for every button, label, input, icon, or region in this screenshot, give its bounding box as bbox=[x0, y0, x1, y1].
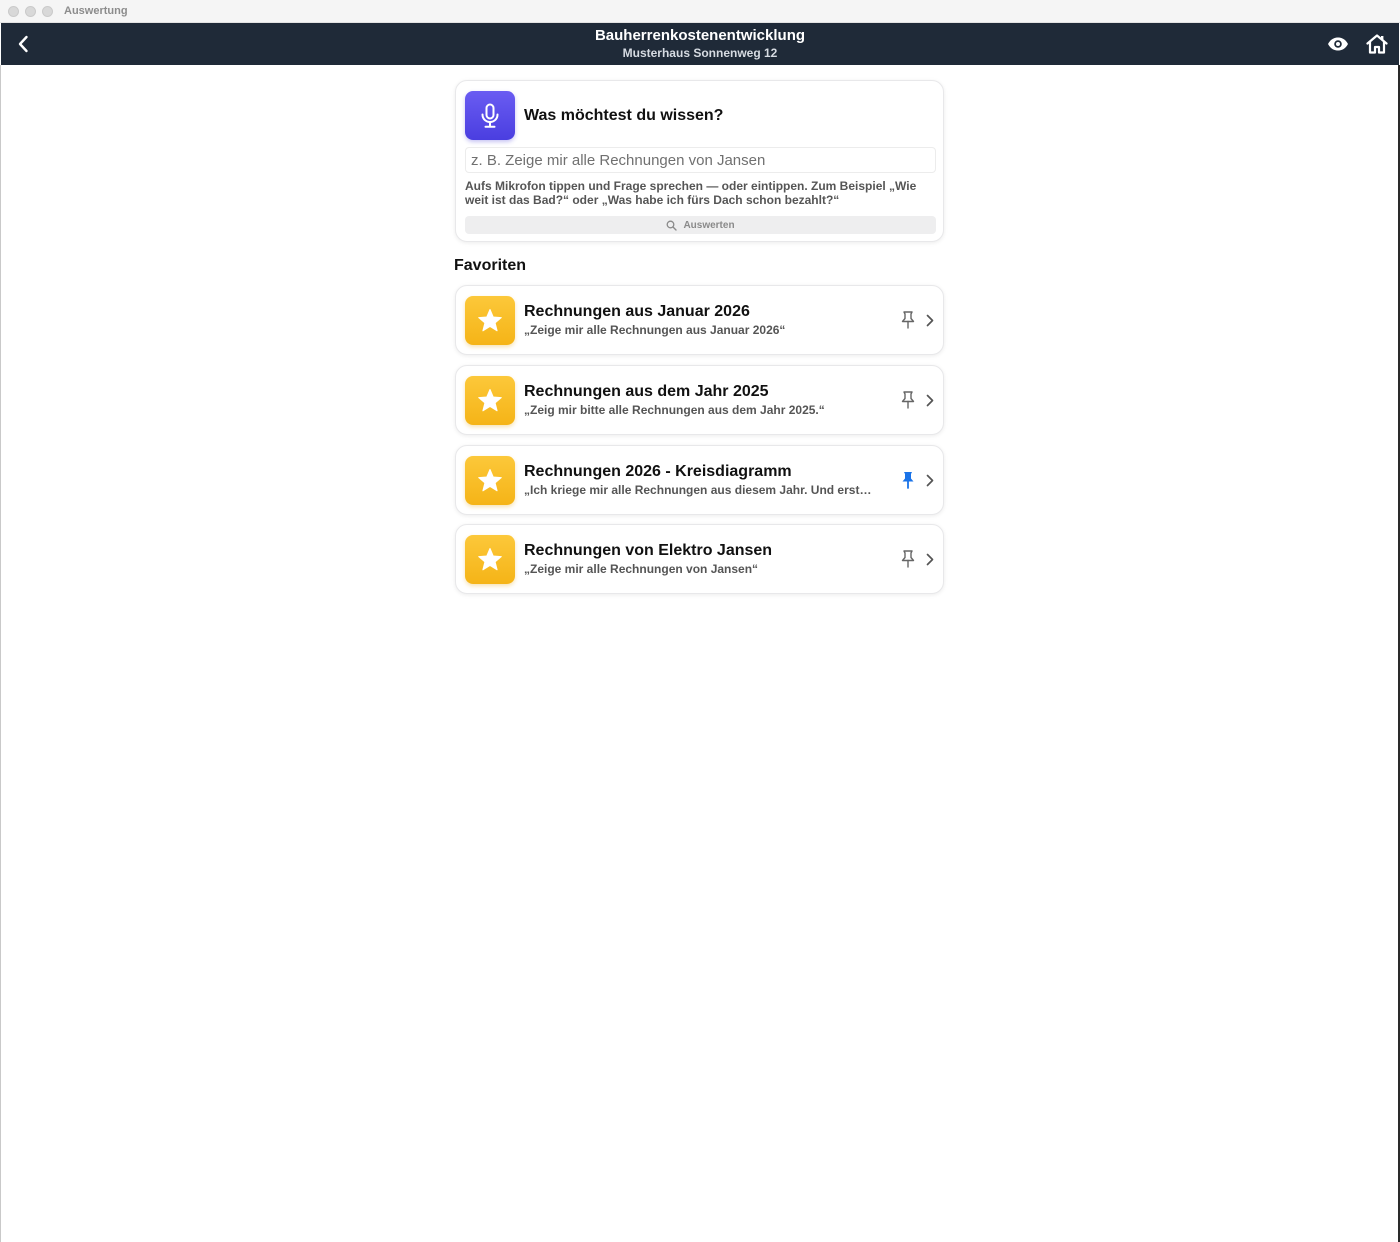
evaluate-button-label: Auswerten bbox=[683, 219, 735, 231]
window-title: Auswertung bbox=[64, 5, 128, 17]
microphone-button[interactable] bbox=[465, 91, 515, 140]
star-icon bbox=[478, 389, 502, 412]
favorite-query: „Zeige mir alle Rechnungen von Jansen“ bbox=[524, 562, 759, 576]
search-icon bbox=[666, 220, 678, 231]
pin-button[interactable] bbox=[898, 549, 918, 569]
favorite-star-tile bbox=[465, 535, 515, 584]
microphone-icon bbox=[481, 103, 499, 128]
star-icon bbox=[478, 548, 502, 571]
ask-card: Was möchtest du wissen? Aufs Mikrofon ti… bbox=[455, 80, 944, 242]
view-button[interactable] bbox=[1326, 33, 1350, 55]
favorite-star-tile bbox=[465, 376, 515, 425]
eye-icon bbox=[1328, 37, 1348, 51]
favorite-title: Rechnungen aus dem Jahr 2025 bbox=[524, 383, 769, 400]
favorite-query: „Zeige mir alle Rechnungen aus Januar 20… bbox=[524, 323, 786, 337]
pin-icon bbox=[902, 472, 914, 489]
question-input[interactable] bbox=[465, 147, 936, 173]
chevron-right-icon bbox=[923, 392, 937, 408]
favorite-title: Rechnungen von Elektro Jansen bbox=[524, 542, 773, 559]
window-border-left bbox=[0, 65, 1, 1242]
chevron-right-icon bbox=[923, 312, 937, 328]
favorites-title: Favoriten bbox=[454, 257, 527, 274]
favorite-row[interactable]: Rechnungen von Elektro Jansen „Zeige mir … bbox=[455, 524, 944, 594]
star-icon bbox=[478, 309, 502, 332]
favorite-row[interactable]: Rechnungen aus Januar 2026 „Zeige mir all… bbox=[455, 285, 944, 355]
home-button[interactable] bbox=[1365, 32, 1389, 56]
window-titlebar: Auswertung bbox=[0, 0, 1400, 23]
pin-icon bbox=[901, 311, 915, 329]
chevron-right-icon bbox=[923, 551, 937, 567]
chevron-right-icon bbox=[923, 472, 937, 488]
nav-header: Bauherrenkostenentwicklung Musterhaus So… bbox=[1, 23, 1399, 65]
window-close-button[interactable] bbox=[8, 6, 19, 17]
pin-button[interactable] bbox=[898, 390, 918, 410]
favorite-query: „Ich kriege mir alle Rechnungen aus dies… bbox=[524, 483, 876, 497]
pin-icon bbox=[901, 391, 915, 409]
favorite-title: Rechnungen aus Januar 2026 bbox=[524, 303, 750, 320]
window-minimize-button[interactable] bbox=[25, 6, 36, 17]
pin-button[interactable] bbox=[898, 310, 918, 330]
page-subtitle: Musterhaus Sonnenweg 12 bbox=[622, 46, 778, 60]
pin-icon bbox=[901, 550, 915, 568]
favorite-row[interactable]: Rechnungen 2026 - Kreisdiagramm „Ich krie… bbox=[455, 445, 944, 515]
evaluate-button[interactable]: Auswerten bbox=[465, 216, 936, 234]
favorite-title: Rechnungen 2026 - Kreisdiagramm bbox=[524, 463, 792, 480]
favorite-star-tile bbox=[465, 296, 515, 345]
ask-title: Was möchtest du wissen? bbox=[524, 107, 724, 124]
favorite-row[interactable]: Rechnungen aus dem Jahr 2025 „Zeig mir bi… bbox=[455, 365, 944, 435]
ask-hint: Aufs Mikrofon tippen und Frage sprechen … bbox=[465, 179, 917, 207]
favorite-query: „Zeig mir bitte alle Rechnungen aus dem … bbox=[524, 403, 825, 417]
star-icon bbox=[478, 469, 502, 492]
page-title: Bauherrenkostenentwicklung bbox=[594, 27, 806, 44]
window-zoom-button[interactable] bbox=[42, 6, 53, 17]
favorite-star-tile bbox=[465, 456, 515, 505]
home-icon bbox=[1366, 34, 1388, 54]
pin-button[interactable] bbox=[898, 470, 918, 490]
